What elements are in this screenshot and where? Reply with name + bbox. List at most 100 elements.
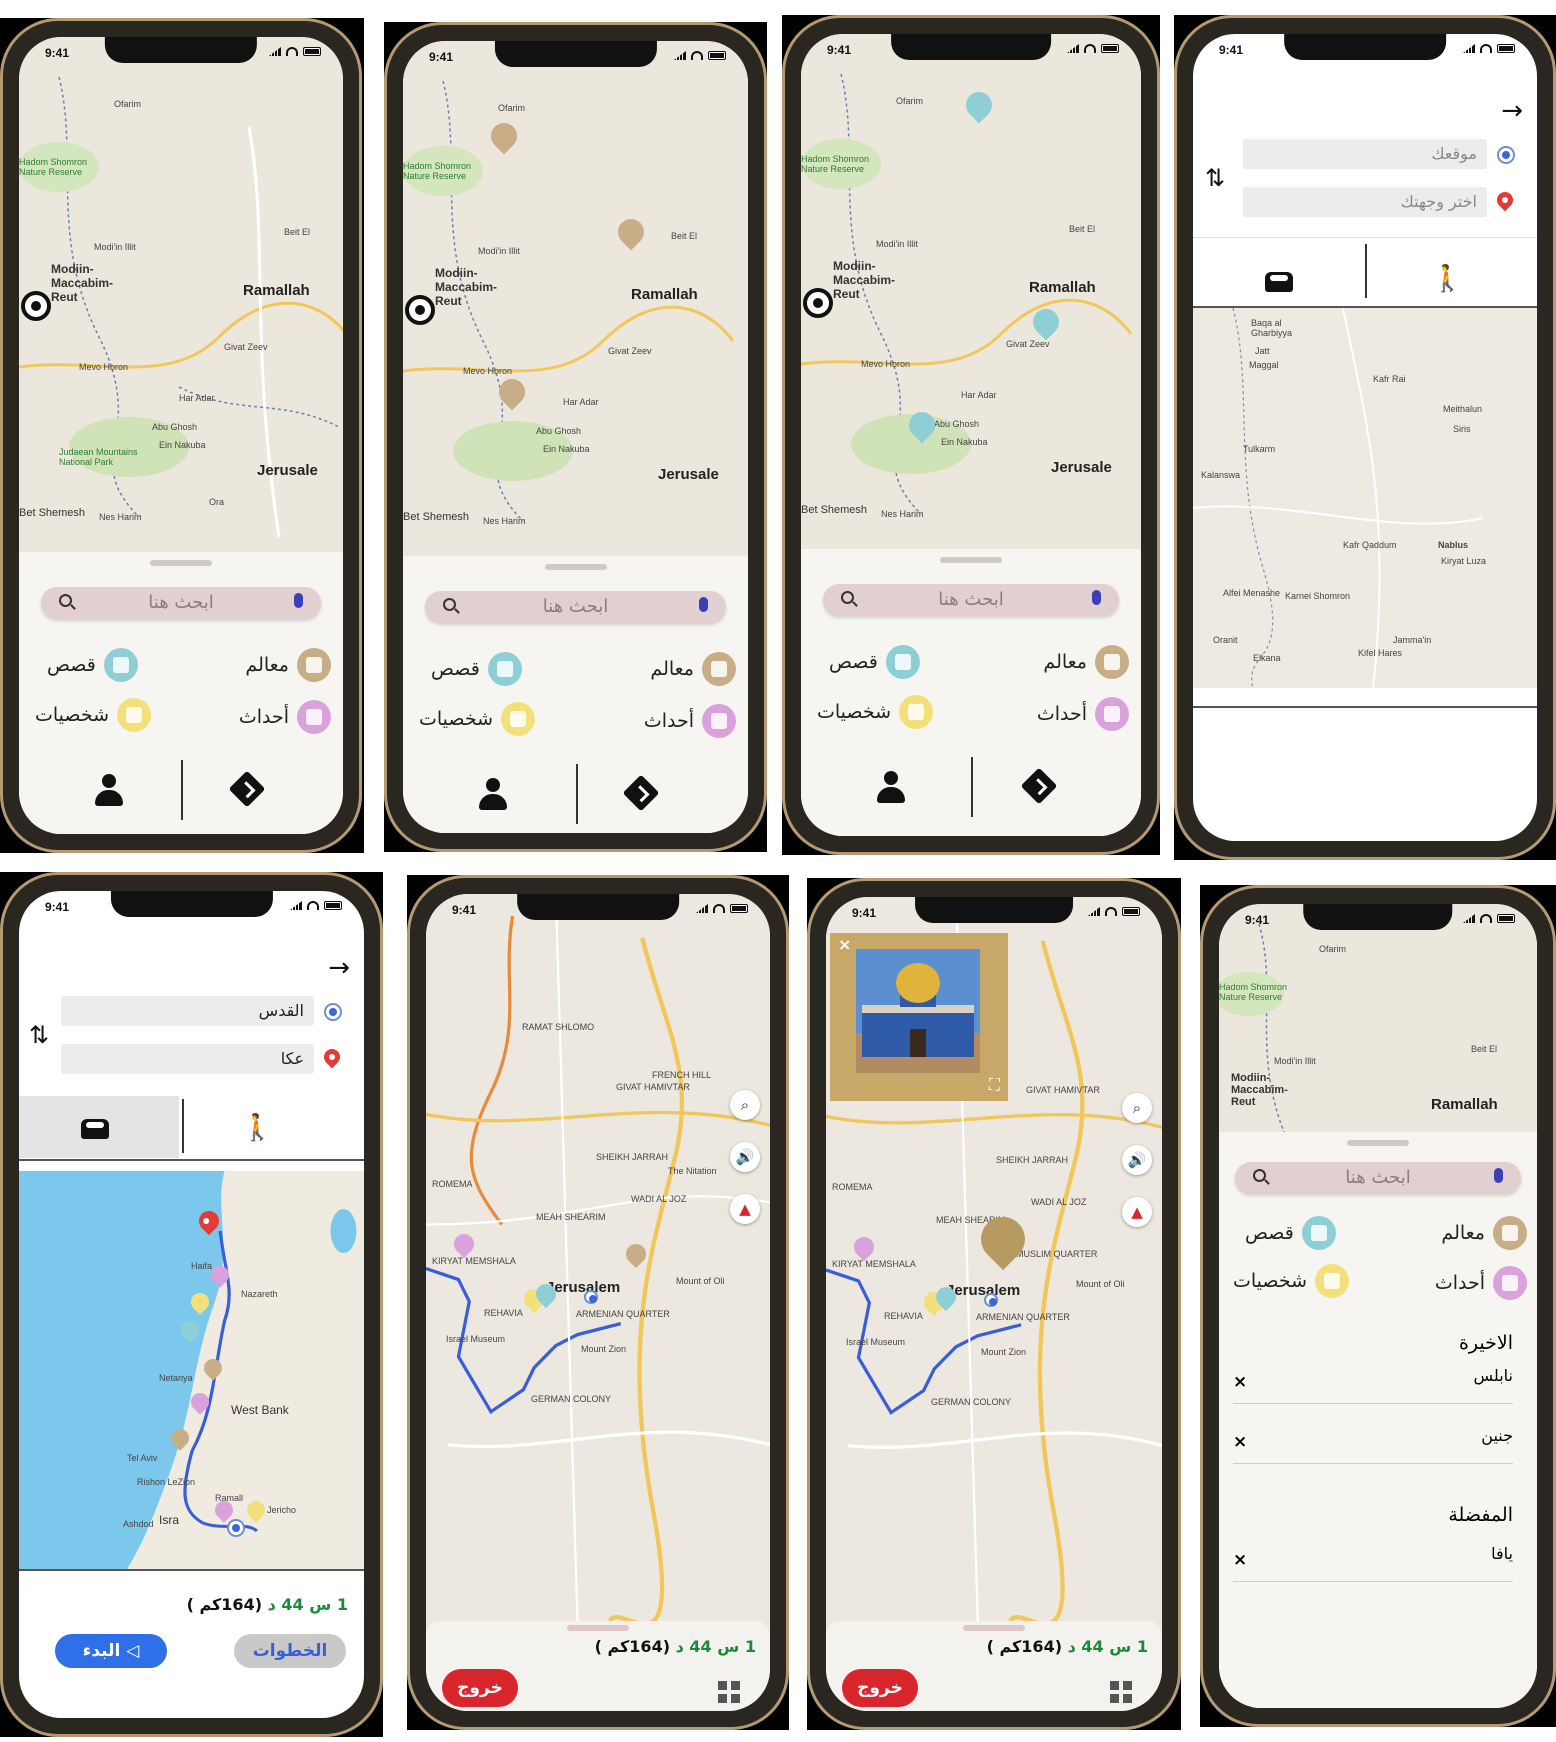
category-persons[interactable]: شخصيات [419, 702, 536, 736]
search-icon[interactable]: ⌕ [730, 1090, 760, 1120]
category-events[interactable]: أحداث [1037, 697, 1129, 731]
phone-navigation-1: 9:41 RAMAT SHLOMO GIVAT HAMIVTAR FRENCH … [407, 875, 789, 1730]
car-mode-icon[interactable] [1265, 272, 1293, 292]
locate-icon[interactable] [405, 295, 435, 325]
mic-icon[interactable] [1092, 590, 1101, 605]
notch [891, 34, 1051, 60]
map[interactable]: Baqa al Gharbiyya Jatt Maggal Kafr Rai M… [1193, 308, 1537, 688]
sheet-handle[interactable] [150, 560, 212, 566]
poi-popup[interactable]: × ⛶ [830, 933, 1008, 1101]
map-label: Meithalun [1443, 404, 1483, 414]
compass-icon[interactable]: ▲ [1122, 1197, 1152, 1227]
remove-icon[interactable]: × [1233, 1372, 1247, 1392]
recent-item[interactable]: × نابلس [1233, 1364, 1513, 1404]
map-label: Ofarim [498, 103, 525, 113]
origin-field[interactable]: القدس [61, 996, 314, 1026]
wifi-icon [713, 904, 725, 913]
map[interactable]: Ofarim Hadom Shomron Nature Reserve Modi… [1219, 904, 1537, 1144]
category-stories[interactable]: قصص [829, 645, 920, 679]
category-events[interactable]: أحداث [644, 704, 736, 738]
sound-icon[interactable]: 🔊 [1122, 1145, 1152, 1175]
category-persons[interactable]: شخصيات [1233, 1264, 1350, 1298]
category-monuments[interactable]: معالم [1441, 1216, 1527, 1250]
map[interactable]: Haifa Nazareth Netanya West Bank Tel Avi… [19, 1171, 364, 1569]
category-monuments[interactable]: معالم [650, 652, 736, 686]
status-time: 9:41 [852, 906, 877, 920]
mic-icon[interactable] [1494, 1168, 1503, 1183]
remove-icon[interactable]: × [1233, 1432, 1247, 1452]
category-stories[interactable]: قصص [1245, 1216, 1336, 1250]
map-label: Jamma'in [1393, 635, 1432, 645]
search-bar[interactable]: ابحث هنا [425, 591, 726, 623]
category-monuments[interactable]: معالم [1043, 645, 1129, 679]
directions-icon[interactable] [228, 770, 266, 808]
search-bar[interactable]: ابحث هنا [1235, 1162, 1521, 1194]
mic-icon[interactable] [699, 597, 708, 612]
map-label: Nes Harim [483, 516, 526, 526]
walk-mode-icon[interactable]: 🚶 [241, 1113, 273, 1143]
map-label: Mevo Horon [463, 366, 513, 376]
category-monuments[interactable]: معالم [245, 648, 331, 682]
profile-icon[interactable] [479, 778, 507, 812]
profile-icon[interactable] [877, 771, 905, 805]
event-icon [297, 700, 331, 734]
steps-button[interactable]: الخطوات [234, 1634, 346, 1668]
locate-icon[interactable] [803, 288, 833, 318]
start-button[interactable]: البدء ◁ [55, 1634, 167, 1668]
category-persons[interactable]: شخصيات [817, 695, 934, 729]
category-events[interactable]: أحداث [239, 700, 331, 734]
origin-field[interactable]: موقعك [1243, 139, 1487, 169]
compass-icon[interactable]: ▲ [730, 1194, 760, 1224]
recent-item[interactable]: × جنين [1233, 1424, 1513, 1464]
menu-grid-icon[interactable] [718, 1681, 740, 1703]
map-label: SHEIKH JARRAH [996, 1155, 1069, 1165]
mic-icon[interactable] [294, 593, 303, 608]
remove-icon[interactable]: × [1233, 1550, 1247, 1570]
directions-icon[interactable] [1020, 767, 1058, 805]
car-mode-icon[interactable] [81, 1119, 109, 1139]
map-label: Modiin-Maccabim-Reut [51, 262, 114, 304]
sheet-handle[interactable] [567, 1625, 629, 1631]
map[interactable]: Ofarim Hadom Shomron Nature Reserve Modi… [801, 34, 1141, 554]
sheet-handle[interactable] [940, 557, 1002, 563]
map[interactable]: Ofarim Hadom Shomron Nature Reserve Modi… [19, 37, 343, 557]
close-icon[interactable]: × [838, 935, 851, 954]
favorite-item[interactable]: × يافا [1233, 1542, 1513, 1582]
screen: 9:41 → موقعك اختر وجهتك ⇅ 🚶 Baqa al Ghar… [1193, 34, 1537, 841]
category-stories[interactable]: قصص [47, 648, 138, 682]
locate-icon[interactable] [21, 291, 51, 321]
map-label: Abu Ghosh [536, 426, 582, 436]
sheet-handle[interactable] [544, 564, 607, 570]
back-arrow-icon[interactable]: → [328, 953, 350, 983]
category-persons[interactable]: شخصيات [35, 698, 152, 732]
map-label: Ramallah [243, 282, 310, 299]
exit-button[interactable]: خروج [442, 1669, 518, 1707]
destination-field[interactable]: عكا [61, 1044, 314, 1074]
sheet-handle[interactable] [1347, 1140, 1409, 1146]
search-bar[interactable]: ابحث هنا [41, 587, 321, 619]
sheet-handle[interactable] [963, 1625, 1025, 1631]
category-stories[interactable]: قصص [431, 652, 522, 686]
search-bar[interactable]: ابحث هنا [823, 584, 1119, 616]
exit-button[interactable]: خروج [842, 1669, 918, 1707]
map[interactable]: RAMAT SHLOMO GIVAT HAMIVTAR FRENCH HILL … [426, 894, 770, 1621]
fullscreen-icon[interactable]: ⛶ [989, 1075, 1000, 1095]
swap-icon[interactable]: ⇅ [1205, 164, 1225, 192]
recent-item-label: جنين [1481, 1426, 1513, 1445]
category-events[interactable]: أحداث [1435, 1266, 1527, 1300]
directions-icon[interactable] [622, 774, 660, 812]
destination-field[interactable]: اختر وجهتك [1243, 187, 1487, 217]
swap-icon[interactable]: ⇅ [29, 1021, 49, 1049]
signal-icon [696, 904, 708, 913]
bottom-sheet: ابحث هنا معالم قصص أحداث شخصيات [403, 556, 748, 833]
search-icon[interactable]: ⌕ [1122, 1093, 1152, 1123]
sound-icon[interactable]: 🔊 [730, 1142, 760, 1172]
menu-grid-icon[interactable] [1110, 1681, 1132, 1703]
map-label: Ora [209, 497, 225, 507]
map[interactable]: GIVAT HAMIVTAR ROMEMA SHEIKH JARRAH WADI… [826, 897, 1162, 1621]
back-arrow-icon[interactable]: → [1501, 96, 1523, 126]
map-label: Givat Zeev [1006, 339, 1050, 349]
walk-mode-icon[interactable]: 🚶 [1431, 264, 1463, 294]
map[interactable]: Ofarim Hadom Shomron Nature Reserve Modi… [403, 41, 748, 561]
profile-icon[interactable] [95, 774, 123, 808]
